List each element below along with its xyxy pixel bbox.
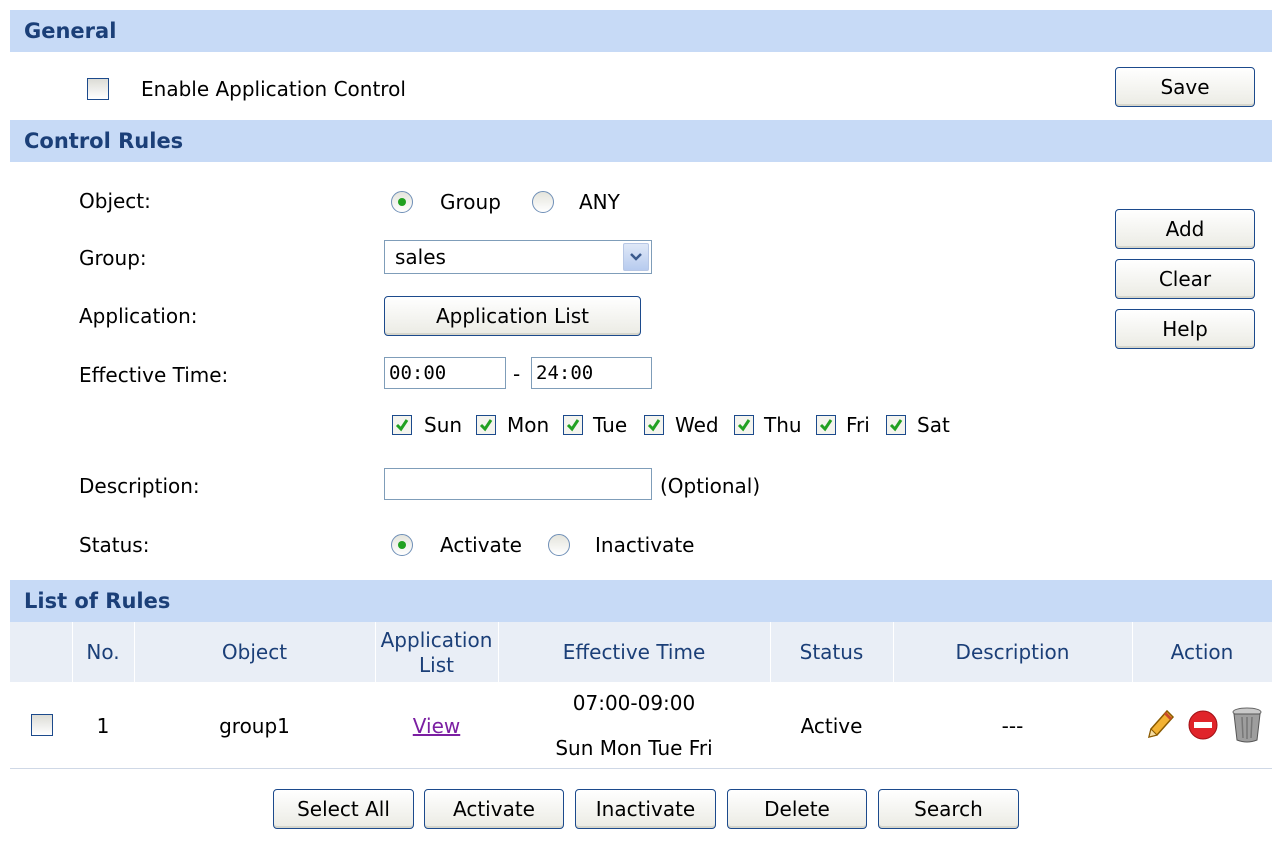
day-mon-label: Mon [507,413,550,437]
description-optional-hint: (Optional) [660,474,761,498]
row-no: 1 [96,714,110,738]
application-list-button[interactable]: Application List [384,296,641,336]
day-wed-checkbox[interactable] [644,415,664,435]
column-header-application-list-line2: List [419,653,454,677]
day-wed-label: Wed [675,413,719,437]
column-header-action: Action [1170,640,1234,664]
select-all-button[interactable]: Select All [273,789,414,829]
disable-icon[interactable] [1187,709,1219,741]
description-input[interactable] [384,468,652,500]
day-mon-checkbox[interactable] [476,415,496,435]
day-sat-label: Sat [917,413,950,437]
column-header-effective-time: Effective Time [562,640,706,664]
status-label: Status: [79,533,150,557]
day-fri-label: Fri [846,413,870,437]
day-fri-checkbox[interactable] [816,415,836,435]
status-activate-radio[interactable] [391,534,413,556]
delete-icon[interactable] [1230,705,1264,743]
inactivate-button[interactable]: Inactivate [575,789,716,829]
activate-button[interactable]: Activate [424,789,564,829]
column-header-no: No. [86,640,120,664]
column-header-status: Status [799,640,864,664]
row-status: Active [800,714,863,738]
column-header-application-list-line1: Application [380,628,493,652]
object-label: Object: [79,189,151,213]
row-view-link[interactable]: View [375,714,498,738]
status-inactivate-radio[interactable] [548,534,570,556]
row-description: --- [1001,714,1024,738]
group-label: Group: [79,246,147,270]
clear-button[interactable]: Clear [1115,259,1255,299]
save-button[interactable]: Save [1115,67,1255,107]
row-object: group1 [219,714,290,738]
application-label: Application: [79,304,198,328]
day-thu-label: Thu [764,413,802,437]
enable-application-control-checkbox[interactable] [87,78,109,100]
row-time-days: Sun Mon Tue Fri [555,736,713,760]
day-thu-checkbox[interactable] [734,415,754,435]
list-of-rules-section-header: List of Rules [10,580,1272,622]
day-sat-checkbox[interactable] [886,415,906,435]
general-section-header: General [10,10,1272,52]
group-select-value: sales [395,245,446,269]
help-button[interactable]: Help [1115,309,1255,349]
time-end-input[interactable]: 24:00 [531,357,652,389]
row-select-checkbox[interactable] [31,714,53,736]
object-any-radio[interactable] [532,191,554,213]
time-start-input[interactable]: 00:00 [384,357,506,389]
group-select[interactable]: sales [384,240,652,274]
search-button[interactable]: Search [878,789,1019,829]
description-label: Description: [79,474,200,498]
delete-button[interactable]: Delete [727,789,867,829]
effective-time-label: Effective Time: [79,363,229,387]
status-inactivate-label: Inactivate [595,533,695,557]
day-tue-checkbox[interactable] [563,415,583,435]
status-activate-label: Activate [440,533,522,557]
edit-icon[interactable] [1143,707,1175,741]
object-group-radio[interactable] [391,191,413,213]
enable-application-control-label: Enable Application Control [141,77,406,101]
day-sun-label: Sun [424,413,463,437]
row-time-range: 07:00-09:00 [572,691,696,715]
control-rules-section-header: Control Rules [10,120,1272,162]
day-sun-checkbox[interactable] [392,415,412,435]
column-header-application-list: Application List [375,628,498,678]
object-any-label: ANY [579,190,620,214]
column-header-description: Description [955,640,1070,664]
object-group-label: Group [440,190,501,214]
add-button[interactable]: Add [1115,209,1255,249]
day-tue-label: Tue [593,413,628,437]
column-header-object: Object [221,640,288,664]
time-separator: - [513,362,521,386]
chevron-down-icon[interactable] [623,243,649,271]
